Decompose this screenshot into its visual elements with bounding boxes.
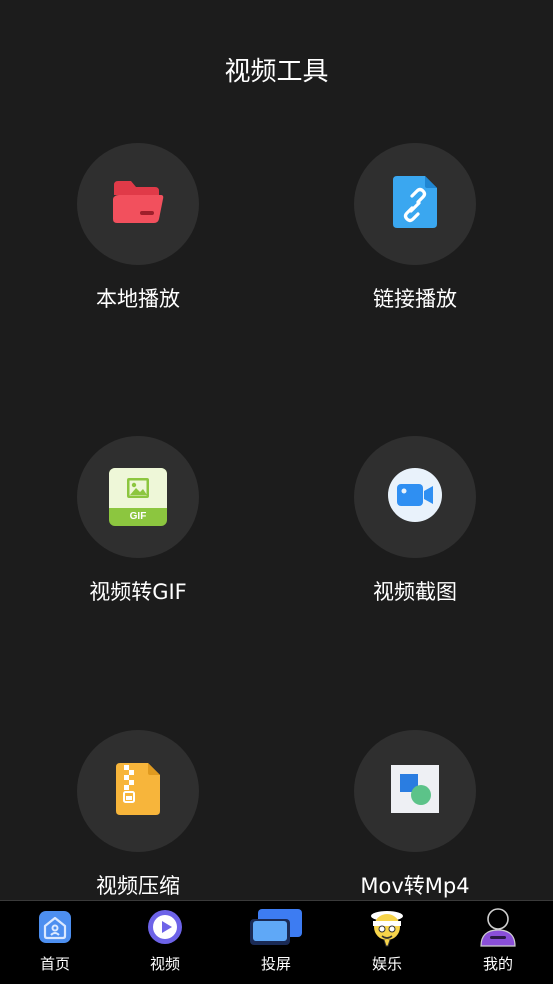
tool-icon-circle[interactable]: GIF [77, 436, 199, 558]
home-icon [35, 907, 75, 947]
profile-icon [478, 907, 518, 947]
video-camera-icon [387, 467, 443, 527]
nav-label: 视频 [149, 955, 180, 973]
tool-icon-circle[interactable] [354, 436, 476, 558]
tool-video-screenshot[interactable]: 视频截图 [305, 436, 525, 636]
tool-icon-circle[interactable] [354, 730, 476, 852]
nav-item-profile[interactable]: 我的 [443, 901, 553, 984]
nav-label: 投屏 [260, 955, 291, 973]
mascot-icon [367, 907, 407, 947]
nav-label: 娱乐 [371, 955, 402, 973]
cast-screen-icon [248, 905, 304, 949]
page-title: 视频工具 [224, 57, 329, 87]
play-icon [145, 907, 185, 947]
tool-label: 本地播放 [96, 287, 180, 311]
bottom-nav: 首页 视频 投屏 娱乐 我的 [0, 900, 553, 984]
tool-icon-circle[interactable] [354, 143, 476, 265]
convert-shapes-icon [391, 765, 439, 817]
gif-badge-text: GIF [129, 511, 147, 522]
tool-local-play[interactable]: 本地播放 [28, 143, 248, 343]
nav-item-home[interactable]: 首页 [0, 901, 110, 984]
tool-link-play[interactable]: 链接播放 [305, 143, 525, 343]
tool-label: 链接播放 [373, 287, 457, 311]
tool-label: Mov转Mp4 [360, 874, 470, 898]
folder-icon [111, 179, 165, 229]
tool-label: 视频截图 [373, 580, 457, 604]
nav-label: 首页 [39, 955, 70, 973]
nav-item-cast[interactable]: 投屏 [221, 901, 331, 984]
nav-label: 我的 [482, 955, 513, 973]
link-file-icon [391, 174, 439, 234]
tool-icon-circle[interactable] [77, 730, 199, 852]
tool-label: 视频压缩 [96, 874, 180, 898]
tool-label: 视频转GIF [89, 580, 187, 604]
tool-video-to-gif[interactable]: GIF 视频转GIF [28, 436, 248, 636]
nav-item-video[interactable]: 视频 [110, 901, 220, 984]
zip-file-icon [114, 761, 162, 821]
tool-icon-circle[interactable] [77, 143, 199, 265]
gif-image-icon: GIF [109, 468, 167, 526]
nav-item-entertainment[interactable]: 娱乐 [332, 901, 442, 984]
